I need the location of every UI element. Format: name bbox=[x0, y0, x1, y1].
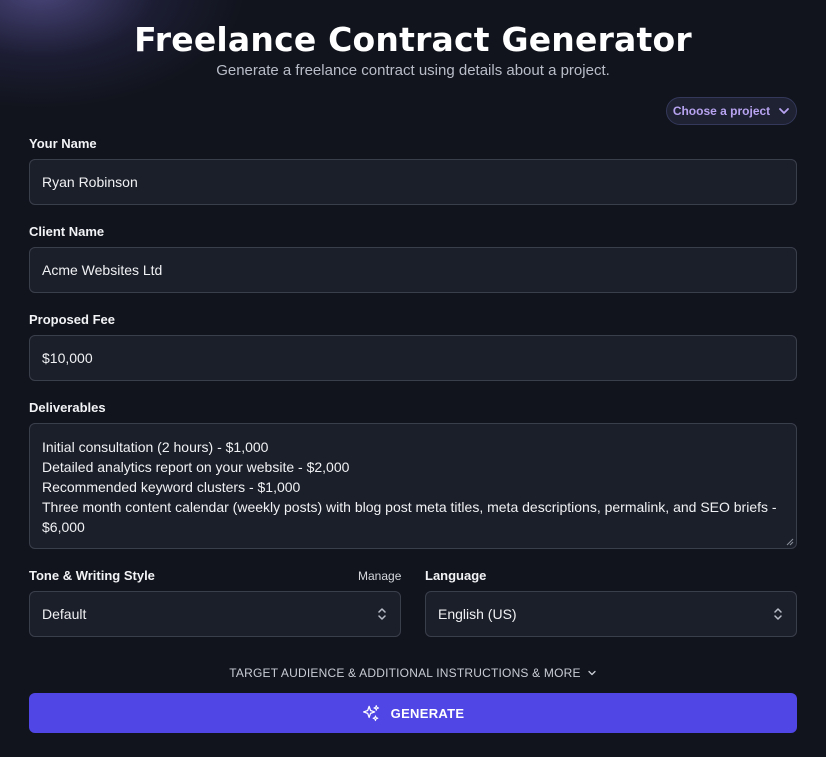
sparkles-icon bbox=[362, 704, 379, 721]
deliverables-line: Recommended keyword clusters - $1,000 bbox=[42, 479, 301, 495]
client-name-label: Client Name bbox=[29, 224, 105, 239]
select-arrows-icon bbox=[774, 608, 782, 620]
language-select[interactable]: English (US) bbox=[425, 591, 797, 637]
manage-tones-link[interactable]: Manage bbox=[358, 569, 401, 583]
your-name-field[interactable]: Ryan Robinson bbox=[29, 159, 797, 205]
generate-button-label: GENERATE bbox=[390, 705, 465, 721]
tone-select-value: Default bbox=[42, 606, 87, 622]
proposed-fee-value: $10,000 bbox=[42, 350, 93, 366]
deliverables-line: Detailed analytics report on your websit… bbox=[42, 459, 350, 475]
deliverables-line: Initial consultation (2 hours) - $1,000 bbox=[42, 439, 269, 455]
chevron-down-icon bbox=[588, 670, 596, 676]
page-title: Freelance Contract Generator bbox=[134, 20, 692, 59]
chevron-down-icon bbox=[779, 108, 790, 114]
your-name-value: Ryan Robinson bbox=[42, 174, 138, 190]
tone-label: Tone & Writing Style bbox=[29, 568, 155, 583]
resize-handle-icon[interactable] bbox=[786, 538, 794, 546]
choose-project-label: Choose a project bbox=[672, 104, 771, 118]
deliverables-label: Deliverables bbox=[29, 400, 106, 415]
choose-project-button[interactable]: Choose a project bbox=[666, 97, 797, 125]
language-select-value: English (US) bbox=[438, 606, 517, 622]
language-label: Language bbox=[425, 568, 487, 583]
more-options-toggle[interactable]: TARGET AUDIENCE & ADDITIONAL INSTRUCTION… bbox=[0, 666, 826, 680]
tone-select[interactable]: Default bbox=[29, 591, 401, 637]
deliverables-textarea[interactable]: Initial consultation (2 hours) - $1,000 … bbox=[29, 423, 797, 549]
your-name-label: Your Name bbox=[29, 136, 97, 151]
page: Freelance Contract Generator Generate a … bbox=[0, 0, 826, 757]
more-options-label: TARGET AUDIENCE & ADDITIONAL INSTRUCTION… bbox=[229, 666, 581, 680]
client-name-field[interactable]: Acme Websites Ltd bbox=[29, 247, 797, 293]
page-subtitle: Generate a freelance contract using deta… bbox=[216, 62, 610, 79]
proposed-fee-field[interactable]: $10,000 bbox=[29, 335, 797, 381]
select-arrows-icon bbox=[378, 608, 386, 620]
generate-button[interactable]: GENERATE bbox=[29, 693, 797, 733]
deliverables-line: Three month content calendar (weekly pos… bbox=[42, 499, 777, 535]
proposed-fee-label: Proposed Fee bbox=[29, 312, 115, 327]
client-name-value: Acme Websites Ltd bbox=[42, 262, 163, 278]
